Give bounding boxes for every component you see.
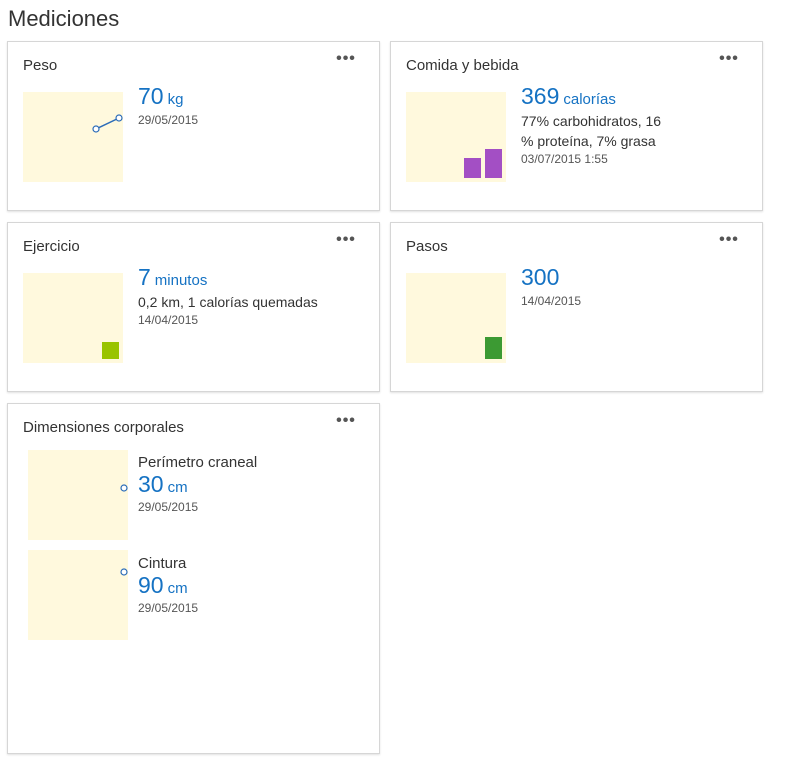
more-options-icon[interactable]: ••• [716, 51, 742, 67]
steps-card-title: Pasos [406, 238, 448, 255]
exercise-date: 14/04/2015 [138, 313, 199, 327]
exercise-info: 7 minutos 0,2 km, 1 calorías quemadas 14/… [138, 265, 318, 327]
steps-chart-thumbnail [406, 273, 506, 363]
head-circumference-point [120, 484, 128, 492]
head-circumference-date: 29/05/2015 [138, 500, 199, 514]
steps-bar-chart [485, 337, 502, 359]
weight-card[interactable]: Peso ••• 70 kg 29/05/2015 [7, 41, 380, 211]
exercise-bar-chart [102, 342, 119, 359]
exercise-minutes-value: 7 [138, 264, 151, 290]
steps-date: 14/04/2015 [521, 294, 582, 308]
exercise-card[interactable]: Ejercicio ••• 7 minutos 0,2 km, 1 caloría… [7, 222, 380, 392]
calories-value: 369 [521, 83, 560, 109]
food-drink-card[interactable]: Comida y bebida ••• 369 calorías 77% carb… [390, 41, 763, 211]
steps-bar [485, 337, 502, 359]
macros-line-1: 77% carbohidratos, 16 [521, 113, 662, 129]
steps-info: 300 14/04/2015 [521, 265, 581, 308]
food-bar-1 [464, 158, 481, 178]
food-card-title: Comida y bebida [406, 57, 519, 74]
calories-unit: calorías [563, 91, 616, 108]
weight-unit: kg [167, 91, 184, 108]
waist-info: Cintura 90 cm 29/05/2015 [138, 555, 198, 615]
waist-thumbnail [28, 550, 128, 640]
macros-line-2: % proteína, 7% grasa [521, 133, 656, 149]
weight-value: 70 [138, 83, 164, 109]
page-title: Mediciones [8, 6, 120, 31]
waist-value: 90 [138, 572, 164, 598]
more-options-icon[interactable]: ••• [716, 232, 742, 248]
body-dimensions-card[interactable]: Dimensiones corporales ••• Perímetro cra… [7, 403, 380, 754]
body-dimensions-card-title: Dimensiones corporales [23, 419, 184, 436]
head-circumference-info: Perímetro craneal 30 cm 29/05/2015 [138, 454, 257, 514]
head-circumference-value: 30 [138, 471, 164, 497]
steps-value: 300 [521, 264, 560, 290]
weight-card-title: Peso [23, 57, 58, 74]
weight-info: 70 kg 29/05/2015 [138, 84, 198, 127]
exercise-detail: 0,2 km, 1 calorías quemadas [138, 294, 318, 310]
food-chart-thumbnail [406, 92, 506, 182]
head-circumference-thumbnail [28, 450, 128, 540]
food-date: 03/07/2015 1:55 [521, 152, 608, 166]
steps-card[interactable]: Pasos ••• 300 14/04/2015 [390, 222, 763, 392]
exercise-card-title: Ejercicio [23, 238, 80, 255]
head-circumference-unit: cm [167, 479, 188, 496]
head-circumference-label: Perímetro craneal [138, 454, 258, 471]
more-options-icon[interactable]: ••• [333, 413, 359, 429]
exercise-chart-thumbnail [23, 273, 123, 363]
weight-trend-line [92, 114, 123, 133]
waist-date: 29/05/2015 [138, 601, 199, 615]
waist-unit: cm [167, 580, 188, 597]
more-options-icon[interactable]: ••• [333, 51, 359, 67]
exercise-unit: minutos [154, 272, 208, 289]
waist-point [120, 568, 128, 576]
weight-chart-thumbnail [23, 92, 123, 182]
waist-label: Cintura [138, 555, 187, 572]
exercise-bar [102, 342, 119, 359]
food-bar-2 [485, 149, 502, 178]
food-info: 369 calorías 77% carbohidratos, 16 % prot… [521, 84, 661, 166]
more-options-icon[interactable]: ••• [333, 232, 359, 248]
food-bar-chart [464, 149, 502, 178]
weight-date: 29/05/2015 [138, 113, 199, 127]
